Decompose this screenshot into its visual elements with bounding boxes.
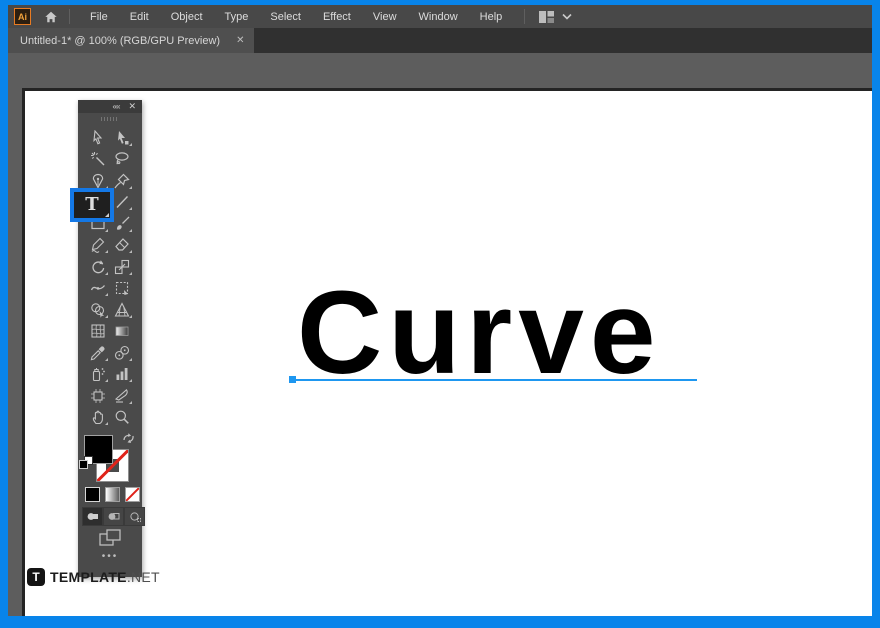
shaper-tool[interactable] xyxy=(86,235,110,257)
swap-fill-stroke-icon[interactable] xyxy=(122,431,135,449)
text-baseline-indicator xyxy=(295,379,697,381)
menu-item-edit[interactable]: Edit xyxy=(119,11,160,23)
template-net-logo-icon: T xyxy=(27,568,45,586)
edit-toolbar-icon[interactable]: ••• xyxy=(78,552,142,562)
menu-divider xyxy=(69,9,70,24)
hand-tool[interactable] xyxy=(86,407,110,429)
home-icon[interactable] xyxy=(44,10,58,24)
width-tool[interactable] xyxy=(86,278,110,300)
menu-item-type[interactable]: Type xyxy=(214,11,260,23)
panel-drag-grip[interactable] xyxy=(78,113,142,125)
none-button[interactable] xyxy=(125,487,140,502)
menu-divider xyxy=(524,9,525,24)
selection-tool[interactable] xyxy=(86,127,110,149)
menu-item-help[interactable]: Help xyxy=(469,11,514,23)
magic-wand-tool[interactable] xyxy=(86,149,110,171)
wordmark-light: .NET xyxy=(127,569,160,585)
perspective-grid-tool[interactable] xyxy=(110,299,134,321)
mesh-tool[interactable] xyxy=(86,321,110,343)
blend-tool[interactable] xyxy=(110,342,134,364)
artboard-canvas[interactable]: Curve xyxy=(22,88,872,616)
menu-item-file[interactable]: File xyxy=(79,11,119,23)
app-window: Ai File Edit Object Type Select Effect V… xyxy=(0,0,880,628)
chevron-down-icon[interactable] xyxy=(562,13,572,20)
artboard-tool[interactable] xyxy=(86,385,110,407)
menu-items: File Edit Object Type Select Effect View… xyxy=(79,11,513,23)
draw-behind-button[interactable] xyxy=(103,507,124,526)
eraser-tool[interactable] xyxy=(110,235,134,257)
workspace: Curve «« ✕ xyxy=(8,53,872,616)
document-tab-title: Untitled-1* @ 100% (RGB/GPU Preview) xyxy=(20,35,220,47)
scale-tool[interactable] xyxy=(110,256,134,278)
document-tab-bar: Untitled-1* @ 100% (RGB/GPU Preview) ✕ xyxy=(8,28,872,53)
template-net-wordmark: TEMPLATE.NET xyxy=(50,569,160,585)
template-net-watermark: T TEMPLATE.NET xyxy=(27,568,160,586)
direct-selection-tool[interactable] xyxy=(110,127,134,149)
menu-item-effect[interactable]: Effect xyxy=(312,11,362,23)
color-type-buttons xyxy=(85,487,140,502)
free-transform-tool[interactable] xyxy=(110,278,134,300)
fill-stroke-controls xyxy=(78,430,142,486)
tools-panel-header[interactable]: «« ✕ xyxy=(78,100,142,113)
gradient-button[interactable] xyxy=(105,487,120,502)
color-button[interactable] xyxy=(85,487,100,502)
default-fill-stroke-icon[interactable] xyxy=(79,456,92,469)
workspace-switcher-icon[interactable] xyxy=(538,10,555,24)
document-tab[interactable]: Untitled-1* @ 100% (RGB/GPU Preview) ✕ xyxy=(8,28,254,53)
slice-tool[interactable] xyxy=(110,385,134,407)
illustrator-app-icon[interactable]: Ai xyxy=(14,8,31,25)
lasso-tool[interactable] xyxy=(110,149,134,171)
close-panel-icon[interactable]: ✕ xyxy=(128,102,136,111)
drawing-mode-buttons xyxy=(82,507,145,526)
artwork-text[interactable]: Curve xyxy=(297,274,661,392)
type-tool-icon: T xyxy=(85,196,98,214)
menu-item-view[interactable]: View xyxy=(362,11,408,23)
shape-builder-tool[interactable] xyxy=(86,299,110,321)
menu-item-object[interactable]: Object xyxy=(160,11,214,23)
symbol-sprayer-tool[interactable] xyxy=(86,364,110,386)
tab-close-icon[interactable]: ✕ xyxy=(236,35,244,46)
zoom-tool[interactable] xyxy=(110,407,134,429)
menu-bar: Ai File Edit Object Type Select Effect V… xyxy=(8,5,872,28)
eyedropper-tool[interactable] xyxy=(86,342,110,364)
tools-panel: «« ✕ xyxy=(78,100,142,577)
column-graph-tool[interactable] xyxy=(110,364,134,386)
menu-item-select[interactable]: Select xyxy=(259,11,312,23)
menu-item-window[interactable]: Window xyxy=(408,11,469,23)
draw-normal-button[interactable] xyxy=(82,507,103,526)
text-anchor-point[interactable] xyxy=(289,376,296,383)
gradient-tool[interactable] xyxy=(110,321,134,343)
wordmark-bold: TEMPLATE xyxy=(50,569,127,585)
rotate-tool[interactable] xyxy=(86,256,110,278)
tools-grid xyxy=(78,125,142,428)
draw-inside-button[interactable] xyxy=(124,507,145,526)
change-screen-mode-icon[interactable] xyxy=(99,529,121,552)
type-tool[interactable]: T xyxy=(70,188,114,222)
collapse-panel-icon[interactable]: «« xyxy=(113,103,120,111)
